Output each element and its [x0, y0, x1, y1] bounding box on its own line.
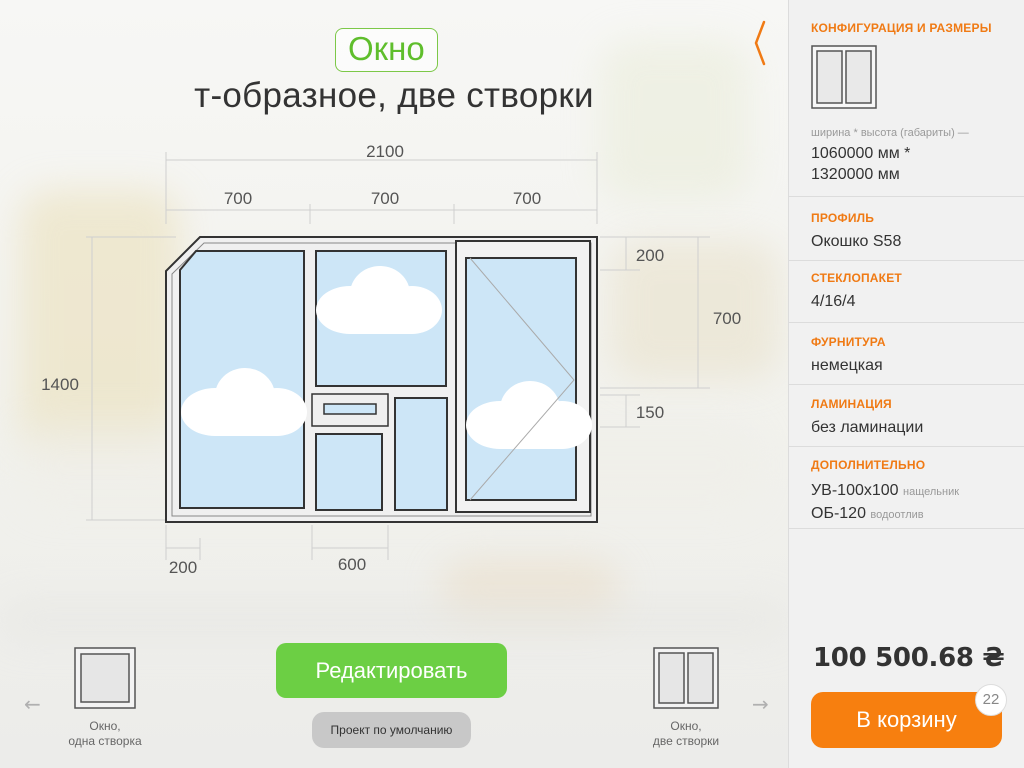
divider: [789, 528, 1024, 529]
window-config-icon[interactable]: [811, 45, 877, 109]
window-one-sash-icon: [74, 647, 136, 709]
add-to-cart-button[interactable]: В корзину: [811, 692, 1002, 748]
lamination-section[interactable]: ЛАМИНАЦИЯ без ламинации: [811, 397, 1010, 438]
product-title: Окно: [335, 28, 438, 72]
dim-bottom-left: 200: [169, 558, 197, 577]
extra-item-1: УВ-100х100 нащельник: [811, 482, 960, 499]
extra-title: ДОПОЛНИТЕЛЬНО: [811, 458, 926, 472]
main-area: Окно т-образное, две створки 2100 700 70…: [0, 0, 788, 768]
divider: [789, 196, 1024, 197]
dim-right-top: 200: [636, 246, 664, 265]
glass-section[interactable]: СТЕКЛОПАКЕТ 4/16/4: [811, 271, 1010, 312]
dim-section-2: 700: [371, 189, 399, 208]
lamination-title: ЛАМИНАЦИЯ: [811, 397, 892, 411]
carousel-item-two-sash[interactable]: Окно, две створки: [626, 647, 746, 749]
dim-total-height: 1400: [41, 375, 79, 394]
carousel-item-label: Окно, две створки: [652, 719, 720, 748]
divider: [789, 260, 1024, 261]
default-project-button[interactable]: Проект по умолчанию: [312, 712, 471, 748]
extra-section[interactable]: ДОПОЛНИТЕЛЬНО УВ-100х100 нащельник ОБ-12…: [811, 458, 1010, 526]
window-drawing: 2100 700 700 700 1400 200 700 150 200 60…: [41, 142, 741, 577]
arrow-right-icon[interactable]: →: [752, 692, 769, 716]
arrow-left-icon[interactable]: ←: [24, 692, 41, 716]
cart-count-badge: 22: [975, 684, 1007, 716]
carousel-item-one-sash[interactable]: Окно, одна створка: [45, 647, 165, 749]
config-sidebar: КОНФИГУРАЦИЯ И РАЗМЕРЫ ширина * высота (…: [788, 0, 1024, 768]
window-two-sash-icon: [653, 647, 719, 709]
profile-section[interactable]: ПРОФИЛЬ Окошко S58: [811, 211, 1010, 252]
extra-item-2: ОБ-120 водоотлив: [811, 505, 924, 522]
glass-title: СТЕКЛОПАКЕТ: [811, 271, 902, 285]
lamination-value: без ламинации: [811, 419, 924, 436]
total-price: 100 500.68 ₴: [813, 643, 1005, 673]
product-subtitle: т-образное, две створки: [194, 76, 594, 115]
divider: [789, 322, 1024, 323]
divider: [789, 384, 1024, 385]
carousel-item-label: Окно, одна створка: [68, 719, 142, 748]
profile-title: ПРОФИЛЬ: [811, 211, 875, 225]
chevron-left-icon[interactable]: [748, 18, 772, 68]
config-section: КОНФИГУРАЦИЯ И РАЗМЕРЫ ширина * высота (…: [811, 21, 1010, 185]
hardware-value: немецкая: [811, 357, 883, 374]
hardware-title: ФУРНИТУРА: [811, 335, 886, 349]
config-size: 1060000 мм * 1320000 мм: [811, 145, 911, 183]
dim-section-3: 700: [513, 189, 541, 208]
dim-bottom-middle: 600: [338, 555, 366, 574]
profile-value: Окошко S58: [811, 233, 902, 250]
divider: [789, 446, 1024, 447]
hardware-section[interactable]: ФУРНИТУРА немецкая: [811, 335, 1010, 376]
config-title: КОНФИГУРАЦИЯ И РАЗМЕРЫ: [811, 21, 992, 35]
dim-total-width: 2100: [366, 142, 404, 161]
glass-value: 4/16/4: [811, 293, 856, 310]
dim-section-1: 700: [224, 189, 252, 208]
edit-button[interactable]: Редактировать: [276, 643, 507, 698]
config-caption: ширина * высота (габариты) —: [811, 127, 969, 139]
dim-right-middle: 700: [713, 309, 741, 328]
dim-right-bottom: 150: [636, 403, 664, 422]
